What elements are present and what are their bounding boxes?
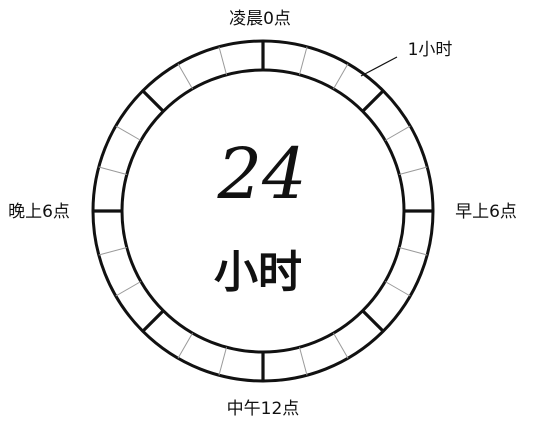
minor-tick [399,166,428,175]
center-number: 24 [216,133,306,215]
minor-tick [218,46,227,75]
minor-tick [384,281,411,297]
minor-tick [333,63,349,90]
minor-tick [299,347,308,376]
label-callout: 1小时 [408,40,453,60]
callout-line [360,56,398,77]
minor-tick [218,347,227,376]
label-bottom: 中午12点 [227,399,300,419]
major-tick [361,89,385,113]
major-tick [141,89,165,113]
major-tick [141,309,165,333]
minor-tick [399,247,428,256]
minor-tick [115,281,142,297]
minor-tick [98,166,127,175]
label-left: 晚上6点 [8,202,70,222]
minor-tick [333,332,349,359]
minor-tick [384,125,411,141]
clock-dial-diagram: 凌晨0点 1小时 早上6点 晚上6点 中午12点 24 小时 [8,9,517,419]
label-top: 凌晨0点 [229,9,291,29]
label-right: 早上6点 [455,202,517,222]
minor-tick [115,125,142,141]
minor-tick [299,46,308,75]
major-tick [361,309,385,333]
center-unit: 小时 [214,247,302,298]
minor-tick [177,332,193,359]
minor-tick [177,63,193,90]
minor-tick [98,247,127,256]
